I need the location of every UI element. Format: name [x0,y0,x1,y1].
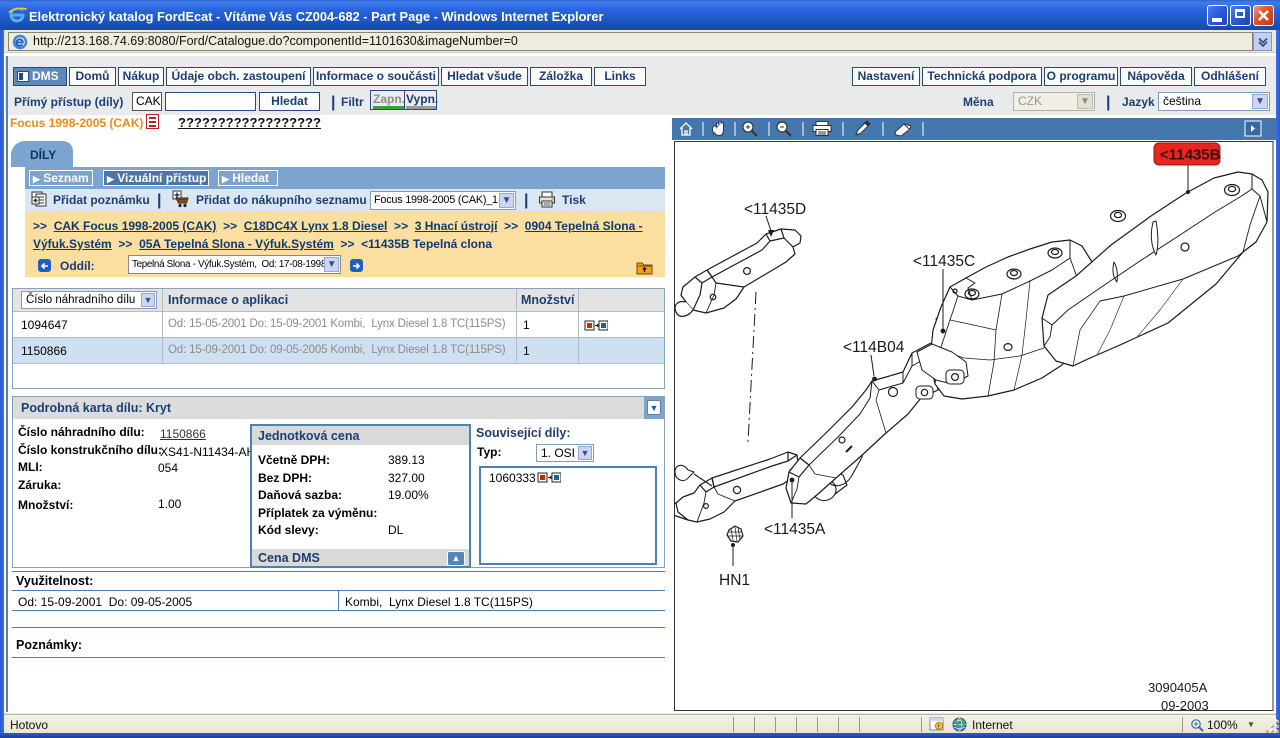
svg-text:HN1: HN1 [719,572,750,589]
svg-text:<11435D: <11435D [744,201,806,218]
svg-text:09-2003: 09-2003 [1161,698,1209,711]
svg-text:3090405A: 3090405A [1148,680,1208,695]
svg-text:!: ! [938,723,940,730]
svg-text:<11435C: <11435C [913,253,975,270]
svg-text:<114B04: <114B04 [843,339,905,356]
svg-text:<11435A: <11435A [764,521,826,538]
svg-text:<11435B: <11435B [1160,147,1221,164]
